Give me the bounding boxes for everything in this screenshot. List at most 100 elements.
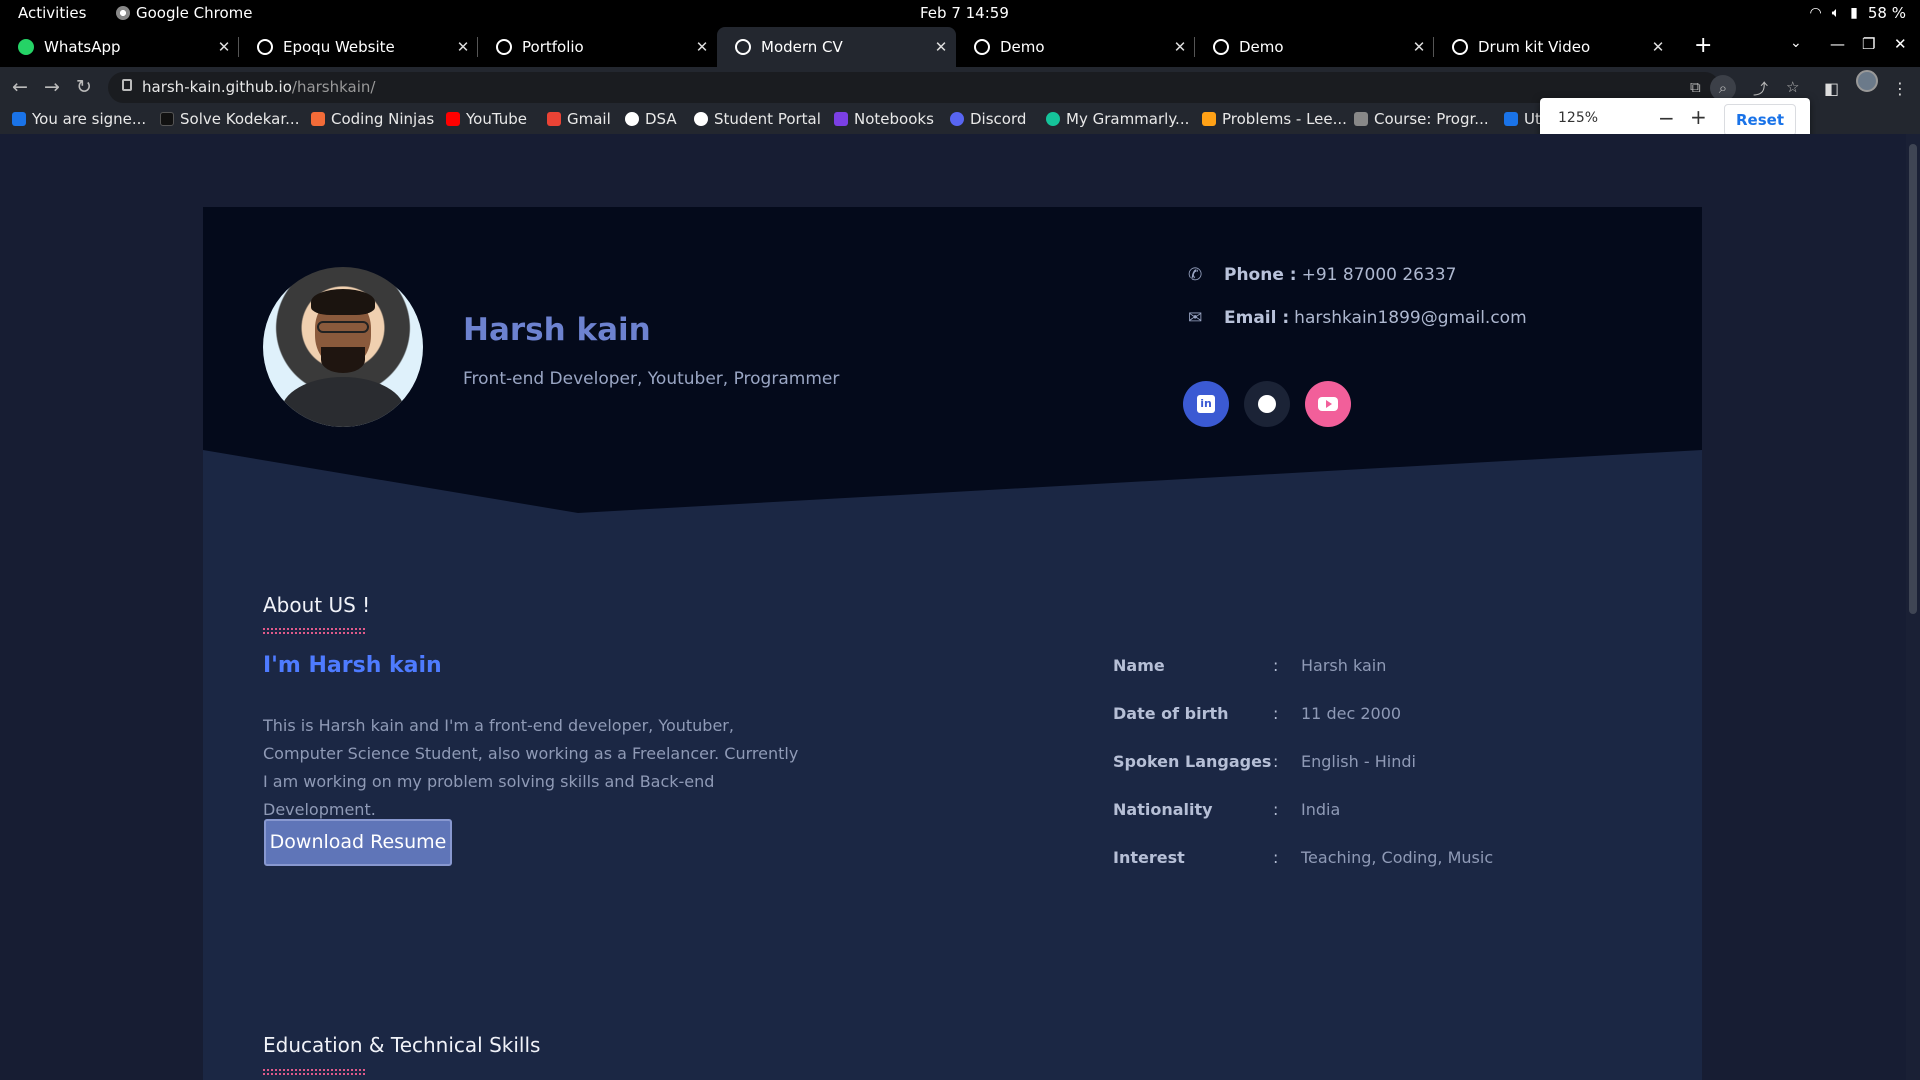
education-section-title: Education & Technical Skills xyxy=(263,1033,541,1057)
close-tab-icon[interactable]: ✕ xyxy=(209,38,239,56)
close-tab-icon[interactable]: ✕ xyxy=(926,38,956,56)
profile-name: Harsh kain xyxy=(463,312,651,348)
profile-photo xyxy=(263,267,423,427)
close-tab-icon[interactable]: ✕ xyxy=(687,38,717,56)
close-tab-icon[interactable]: ✕ xyxy=(1404,38,1434,56)
info-colon: : xyxy=(1273,656,1279,675)
bookmark-item[interactable]: DSA xyxy=(625,110,677,128)
system-tray[interactable]: ◠ 🔈︎ ▮ 58 % xyxy=(1810,4,1906,22)
back-icon[interactable]: ← xyxy=(12,76,28,98)
contact-phone: ✆ Phone : +91 87000 26337 xyxy=(1188,265,1456,285)
close-window-icon[interactable]: ✕ xyxy=(1894,35,1907,53)
bookmark-label: You are signe... xyxy=(32,110,147,128)
new-tab-button[interactable]: + xyxy=(1694,33,1712,58)
bookmark-item[interactable]: Coding Ninjas xyxy=(311,110,434,128)
bookmark-item[interactable]: Solve Kodekar... xyxy=(160,110,299,128)
youtube-button[interactable] xyxy=(1305,381,1351,427)
bookmark-item[interactable]: Discord xyxy=(950,110,1026,128)
bookmark-item[interactable]: Ut xyxy=(1504,110,1541,128)
tab-drum-kit-video[interactable]: Drum kit Video ✕ xyxy=(1434,27,1673,67)
about-heading: I'm Harsh kain xyxy=(263,653,442,678)
photo-shirt xyxy=(281,377,405,427)
info-value: English - Hindi xyxy=(1301,752,1416,771)
bookmark-item[interactable]: My Grammarly... xyxy=(1046,110,1189,128)
whatsapp-icon xyxy=(18,39,34,55)
lock-icon[interactable] xyxy=(122,79,132,91)
bookmark-label: My Grammarly... xyxy=(1066,110,1190,128)
bookmark-star-icon[interactable]: ☆ xyxy=(1786,78,1799,96)
battery-icon: ▮ xyxy=(1850,5,1858,21)
zoom-reset-button[interactable]: Reset xyxy=(1724,104,1796,136)
zoom-in-button[interactable]: + xyxy=(1690,105,1707,129)
profile-avatar[interactable] xyxy=(1856,70,1878,92)
youtube-icon xyxy=(1318,397,1338,411)
tab-epoqu-website[interactable]: Epoqu Website ✕ xyxy=(239,27,478,67)
close-tab-icon[interactable]: ✕ xyxy=(448,38,478,56)
clock[interactable]: Feb 7 14:59 xyxy=(920,4,1009,22)
page-scrollbar[interactable] xyxy=(1906,134,1920,1080)
tab-modern-cv[interactable]: Modern CV ✕ xyxy=(717,27,956,67)
download-resume-button[interactable]: Download Resume xyxy=(264,819,452,866)
tab-demo-1[interactable]: Demo ✕ xyxy=(956,27,1195,67)
address-bar[interactable]: harsh-kain.github.io/harshkain/ ⧉ ⌕ ⤴ ☆ xyxy=(108,72,1799,103)
leetcode-icon xyxy=(1202,112,1216,126)
tab-portfolio[interactable]: Portfolio ✕ xyxy=(478,27,717,67)
tab-label: Portfolio xyxy=(522,38,584,56)
close-tab-icon[interactable]: ✕ xyxy=(1643,38,1673,56)
side-panel-icon[interactable]: ◧ xyxy=(1824,79,1839,98)
restore-icon[interactable]: ❐ xyxy=(1862,35,1875,53)
bookmark-item[interactable]: Gmail xyxy=(547,110,611,128)
scrollbar-thumb[interactable] xyxy=(1909,144,1917,614)
bookmark-item[interactable]: YouTube xyxy=(446,110,527,128)
bookmark-label: Problems - Lee... xyxy=(1222,110,1347,128)
share-icon[interactable]: ⤴ xyxy=(1753,78,1768,99)
zoom-out-button[interactable]: − xyxy=(1658,106,1675,130)
zoom-level: 125% xyxy=(1558,110,1599,126)
github-button[interactable] xyxy=(1244,381,1290,427)
minimize-icon[interactable]: — xyxy=(1830,35,1845,53)
forward-icon[interactable]: → xyxy=(44,76,60,98)
bookmark-item[interactable]: Student Portal xyxy=(694,110,821,128)
translate-icon[interactable]: ⧉ xyxy=(1690,78,1701,96)
tab-strip: WhatsApp ✕ Epoqu Website ✕ Portfolio ✕ M… xyxy=(0,27,1920,67)
globe-icon xyxy=(496,39,512,55)
youtube-icon xyxy=(446,112,460,126)
grammarly-icon xyxy=(1046,112,1060,126)
photo-hair xyxy=(311,289,375,315)
info-value: Teaching, Coding, Music xyxy=(1301,848,1494,867)
email-value[interactable]: harshkain1899@gmail.com xyxy=(1294,308,1526,328)
phone-value[interactable]: +91 87000 26337 xyxy=(1302,265,1457,285)
info-key: Date of birth xyxy=(1113,704,1229,723)
bookmark-item[interactable]: You are signe... xyxy=(12,110,146,128)
info-value: Harsh kain xyxy=(1301,656,1387,675)
tab-demo-2[interactable]: Demo ✕ xyxy=(1195,27,1434,67)
bookmark-item[interactable]: Course: Progr... xyxy=(1354,110,1489,128)
activities-button[interactable]: Activities xyxy=(18,4,86,22)
bookmark-item[interactable]: Notebooks xyxy=(834,110,934,128)
battery-percent: 58 % xyxy=(1867,4,1906,22)
info-colon: : xyxy=(1273,848,1279,867)
tab-whatsapp[interactable]: WhatsApp ✕ xyxy=(0,27,239,67)
tab-search-chevron-icon[interactable]: ⌄ xyxy=(1790,35,1802,51)
bookmark-label: Course: Progr... xyxy=(1374,110,1489,128)
app-menu[interactable]: Google Chrome xyxy=(116,4,253,22)
bookmark-label: Coding Ninjas xyxy=(331,110,435,128)
bookmark-label: DSA xyxy=(645,110,677,128)
linkedin-button[interactable]: in xyxy=(1183,381,1229,427)
info-value: India xyxy=(1301,800,1341,819)
url-text[interactable]: harsh-kain.github.io/harshkain/ xyxy=(142,78,375,96)
close-tab-icon[interactable]: ✕ xyxy=(1165,38,1195,56)
reload-icon[interactable]: ↻ xyxy=(76,76,92,98)
page-viewport: Harsh kain Front-end Developer, Youtuber… xyxy=(0,134,1920,1080)
bookmark-label: Notebooks xyxy=(854,110,934,128)
menu-kebab-icon[interactable]: ⋮ xyxy=(1892,79,1908,98)
email-label: Email : xyxy=(1224,308,1290,328)
bookmark-label: Solve Kodekar... xyxy=(180,110,300,128)
discord-icon xyxy=(950,112,964,126)
url-host: harsh-kain.github.io xyxy=(142,78,292,96)
phone-label: Phone : xyxy=(1224,265,1297,285)
photo-beard xyxy=(321,347,365,373)
phone-icon: ✆ xyxy=(1188,265,1203,285)
tab-label: Drum kit Video xyxy=(1478,38,1591,56)
bookmark-item[interactable]: Problems - Lee... xyxy=(1202,110,1347,128)
